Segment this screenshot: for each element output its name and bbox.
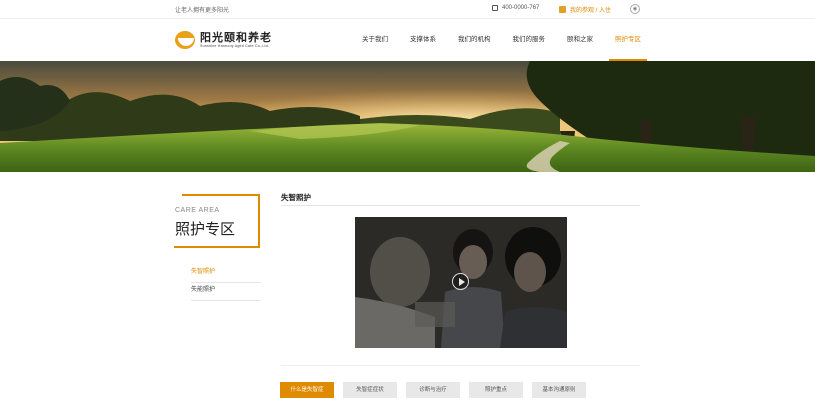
logo-english: Sunshine Harmony Aged Care Co.,Ltd. <box>200 43 270 48</box>
title-divider <box>281 205 640 206</box>
top-utility-bar: 让老人拥有更多阳光 400-0000-767 我的参观 / 入住 ◉ <box>0 0 815 19</box>
nav-item-support[interactable]: 支撑体系 <box>410 19 436 61</box>
tab-what-is-dementia[interactable]: 什么是失智症 <box>280 382 334 398</box>
nav-item-services[interactable]: 我们的服务 <box>513 19 546 61</box>
visit-booking-link[interactable]: 我的参观 / 入住 <box>559 5 611 14</box>
tab-diagnosis-treatment[interactable]: 诊断与治疗 <box>406 382 460 398</box>
page-title: 失智照护 <box>281 193 311 202</box>
nav-item-about[interactable]: 关于我们 <box>362 19 388 61</box>
sidebar-title: 照护专区 <box>175 218 239 239</box>
logo-name: 阳光颐和养老 <box>200 30 272 44</box>
golf-course-landscape-image <box>0 61 815 172</box>
hotline-number: 400-0000-767 <box>502 5 540 11</box>
tab-care-focus[interactable]: 照护重点 <box>469 382 523 398</box>
tab-communication-principles[interactable]: 基本沟通原则 <box>532 382 586 398</box>
sun-logo-icon <box>175 29 196 50</box>
visit-booking-label: 我的参观 / 入住 <box>570 8 612 14</box>
hotline[interactable]: 400-0000-767 <box>492 5 539 11</box>
sidebar-menu: 失智照护 失能照护 <box>191 265 261 301</box>
phone-icon <box>492 5 498 11</box>
nav-item-home[interactable]: 颐和之家 <box>567 19 593 61</box>
nav-item-care-area[interactable]: 照护专区 <box>609 19 647 61</box>
topic-tabs: 什么是失智症 失智症症状 诊断与治疗 照护重点 基本沟通原则 <box>280 382 586 398</box>
calendar-icon <box>559 6 566 13</box>
site-logo[interactable]: 阳光颐和养老 Sunshine Harmony Aged Care Co.,Lt… <box>175 29 272 50</box>
sidebar-item-disability-care[interactable]: 失能照护 <box>191 283 261 301</box>
wechat-icon[interactable]: ◉ <box>630 4 640 14</box>
sidebar-title-english: CARE AREA <box>175 207 222 214</box>
play-icon[interactable] <box>452 273 469 290</box>
nav-item-institutions[interactable]: 我们的机构 <box>458 19 491 61</box>
site-header: 阳光颐和养老 Sunshine Harmony Aged Care Co.,Lt… <box>0 19 815 61</box>
content-divider <box>281 365 640 366</box>
main-nav: 关于我们 支撑体系 我们的机构 我们的服务 颐和之家 照护专区 <box>362 19 663 61</box>
tab-symptoms[interactable]: 失智症症状 <box>343 382 397 398</box>
sidebar-item-dementia-care[interactable]: 失智照护 <box>191 265 261 283</box>
site-slogan: 让老人拥有更多阳光 <box>175 8 230 14</box>
hero-banner <box>0 61 815 172</box>
